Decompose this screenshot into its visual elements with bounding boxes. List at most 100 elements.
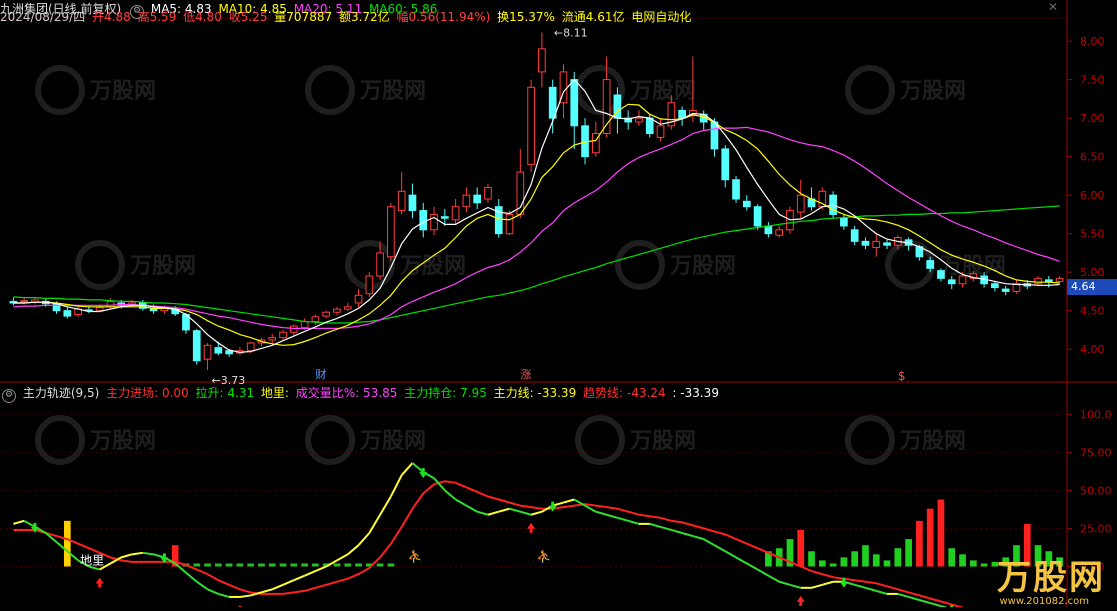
volume-ratio-bar bbox=[926, 508, 934, 567]
price-tick-label: 7.00 bbox=[1080, 112, 1105, 125]
buy-arrow-icon bbox=[527, 522, 536, 533]
hold-bar bbox=[193, 563, 201, 567]
volume-ratio-bar bbox=[894, 548, 902, 567]
main-line-segment bbox=[649, 522, 661, 528]
candle-body bbox=[872, 240, 881, 249]
main-line-segment bbox=[703, 538, 715, 547]
candle-body bbox=[1001, 288, 1010, 292]
candle-body bbox=[343, 306, 352, 310]
main-line-segment bbox=[185, 571, 198, 583]
vol-ratio-label: 成交量比%: 53.85 bbox=[295, 386, 398, 400]
indicator-header: ⚙ 主力轨迹(9,5) 主力进场: 0.00 拉升: 4.31 地里: 成交量比… bbox=[0, 384, 722, 403]
main-line-segment bbox=[875, 589, 888, 595]
volume-ratio-bar bbox=[959, 554, 966, 567]
main-line-segment bbox=[131, 551, 143, 556]
main-line-label: 主力线: -33.39 bbox=[493, 386, 577, 400]
main-line-segment bbox=[357, 532, 371, 546]
main-line-segment bbox=[563, 498, 575, 504]
watermark-text: 万股网 bbox=[899, 429, 966, 454]
moving-average-lines bbox=[13, 78, 1060, 353]
main-line-segment bbox=[735, 556, 748, 565]
main-line-segment bbox=[315, 565, 327, 572]
main-line-segment bbox=[671, 529, 683, 534]
watermark-ring bbox=[35, 415, 85, 465]
sector-label[interactable]: 电网自动化 bbox=[631, 10, 691, 24]
main-line-segment bbox=[207, 588, 219, 595]
hold-bar bbox=[258, 563, 265, 567]
amount-label: 额3.72亿 bbox=[338, 10, 390, 24]
candle-body bbox=[408, 194, 417, 212]
dividend-marker: $ bbox=[898, 369, 906, 383]
candle-body bbox=[742, 200, 751, 208]
candle-body bbox=[505, 213, 514, 235]
candle-body bbox=[203, 344, 212, 360]
watermark-ghost: 万股网 bbox=[615, 240, 736, 290]
watermark-layer: 万股网 万股网 万股网 万股网万股网 万股网 万股网 万股网万股网 万股网 万股网 万股网 bbox=[35, 65, 1006, 465]
main-line-segment bbox=[465, 504, 478, 513]
candle-body bbox=[430, 213, 438, 231]
main-line-segment bbox=[660, 525, 672, 531]
candle-body bbox=[926, 260, 935, 269]
finance-marker: 财 bbox=[315, 367, 326, 381]
turnover-label: 换15.37% bbox=[497, 10, 555, 24]
candle-body bbox=[721, 148, 730, 181]
candle-body bbox=[279, 331, 287, 339]
candle-body bbox=[462, 194, 471, 208]
candle-body bbox=[300, 320, 309, 329]
candle-body bbox=[106, 300, 115, 308]
candle-body bbox=[333, 308, 341, 313]
date-label: 2024/08/29/四 bbox=[0, 10, 86, 24]
indicator-gear-icon[interactable]: ⚙ bbox=[2, 389, 16, 403]
indicator-tick-label: 100.0 bbox=[1080, 408, 1112, 421]
indicator-name[interactable]: 主力轨迹(9,5) bbox=[23, 386, 99, 400]
price-axis: 8.00 7.50 7.00 6.50 6.00 5.50 5.00 4.50 4.00 100.… bbox=[1067, 35, 1112, 574]
chart-stage[interactable]: 万股网 万股网 万股网 万股网 万股网 万股网 万股网 万股网 万股网 万股网 万股网 万股网 8.0… bbox=[0, 0, 1117, 611]
candle-body bbox=[840, 217, 848, 227]
candle-body bbox=[451, 206, 460, 221]
watermark-ring bbox=[305, 65, 355, 115]
main-line-segment bbox=[368, 514, 381, 534]
close-icon[interactable]: ✕ bbox=[1048, 0, 1062, 14]
hold-bar bbox=[376, 563, 384, 567]
hold-bar bbox=[290, 563, 298, 567]
candle-body bbox=[991, 283, 999, 289]
candle-body bbox=[192, 330, 201, 362]
watermark-ghost: 万股网 bbox=[75, 240, 196, 290]
chart-canvas[interactable]: 万股网 万股网 万股网 万股网万股网 万股网 万股网 万股网万股网 万股网 万股网 万股网 8.0… bbox=[0, 0, 1117, 611]
trend-line bbox=[13, 480, 979, 611]
hold-bar bbox=[225, 563, 233, 567]
hold-label: 主力持仓: 7.95 bbox=[404, 386, 487, 400]
price-tick-label: 6.50 bbox=[1080, 151, 1105, 164]
candle-body bbox=[1034, 277, 1042, 285]
indicator-tick-label: 75.00 bbox=[1080, 446, 1112, 459]
trend-line-label: 趋势线: -43.24 bbox=[583, 386, 666, 400]
candle-body bbox=[246, 342, 255, 352]
volume-ratio-bar bbox=[797, 529, 805, 567]
volume-ratio-bar bbox=[872, 554, 880, 567]
candle-body bbox=[473, 194, 482, 204]
main-line-segment bbox=[929, 602, 942, 608]
candle-body bbox=[387, 206, 395, 258]
volume-ratio-bar bbox=[829, 563, 837, 567]
main-line-segment bbox=[390, 474, 403, 497]
main-line-segment bbox=[520, 510, 532, 516]
candle-body bbox=[775, 229, 784, 236]
main-line-segment bbox=[293, 574, 305, 582]
watermark-text: 万股网 bbox=[89, 79, 156, 104]
candle-body bbox=[440, 216, 449, 219]
main-line-segment bbox=[487, 510, 500, 516]
main-line-segment bbox=[713, 544, 726, 553]
main-line-segment bbox=[897, 592, 909, 598]
main-line-segment bbox=[153, 553, 165, 559]
hold-bar bbox=[204, 563, 211, 567]
main-line-segment bbox=[757, 568, 769, 577]
candle-body bbox=[311, 316, 320, 322]
candle-body bbox=[322, 311, 331, 317]
watermark-text: 万股网 bbox=[629, 429, 696, 454]
watermark-ring bbox=[305, 415, 355, 465]
hold-bar bbox=[247, 563, 255, 567]
watermark-ghost: 万股网 bbox=[35, 65, 156, 115]
hold-bar bbox=[355, 563, 362, 567]
watermark-text: 万股网 bbox=[399, 254, 466, 279]
watermark-ring bbox=[575, 415, 625, 465]
